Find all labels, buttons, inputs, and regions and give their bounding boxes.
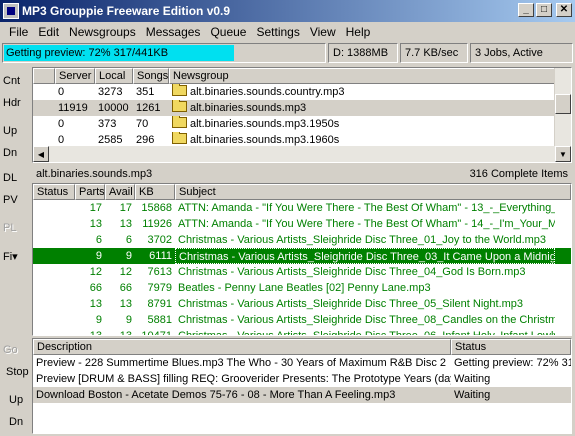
filter-button[interactable]: Fi▾	[3, 250, 29, 263]
menu-edit[interactable]: Edit	[33, 25, 64, 39]
disk-space: D: 1388MB	[328, 43, 398, 63]
item-row[interactable]: 13 13 11926 ATTN: Amanda - "If You Were …	[33, 216, 571, 232]
stop-button[interactable]: Stop	[6, 366, 32, 378]
item-row[interactable]: 12 12 7613 Christmas - Various Artists_S…	[33, 264, 571, 280]
items-header: Status Parts Avail KB Subject	[33, 184, 571, 200]
item-row[interactable]: 9 9 5881 Christmas - Various Artists_Sle…	[33, 312, 571, 328]
newsgroup-row[interactable]: 0 373 70 alt.binaries.sounds.mp3.1950s	[33, 116, 571, 132]
preview-button[interactable]: PV	[3, 194, 29, 206]
menu-newsgroups[interactable]: Newsgroups	[64, 25, 141, 39]
title-bar: MP3 Grouppie Freeware Edition v0.9 _ □ ✕	[0, 0, 575, 22]
col-avail[interactable]: Avail	[105, 184, 135, 200]
col-songs[interactable]: Songs	[133, 68, 169, 84]
menu-queue[interactable]: Queue	[205, 25, 251, 39]
newsgroup-hscrollbar[interactable]: ◀ ▼	[33, 146, 571, 162]
current-group: alt.binaries.sounds.mp3	[36, 168, 153, 180]
item-row[interactable]: 13 13 8791 Christmas - Various Artists_S…	[33, 296, 571, 312]
progress-text: Getting preview: 72% 317/441KB	[6, 47, 169, 59]
play-button[interactable]: PL	[3, 222, 29, 234]
scroll-left-icon[interactable]: ◀	[33, 146, 49, 162]
go-button[interactable]: Go	[3, 344, 29, 356]
complete-count: 316 Complete Items	[469, 168, 568, 180]
queue-row[interactable]: Preview - 228 Summertime Blues.mp3 The W…	[33, 355, 571, 371]
item-row[interactable]: 17 17 15868 ATTN: Amanda - "If You Were …	[33, 200, 571, 216]
menu-messages[interactable]: Messages	[141, 25, 206, 39]
item-row[interactable]: 66 66 7979 Beatles - Penny Lane Beatles …	[33, 280, 571, 296]
col-newsgroup[interactable]: Newsgroup	[169, 68, 555, 84]
down-button[interactable]: Dn	[3, 147, 29, 159]
queue-row-selected[interactable]: Download Boston - Acetate Demos 75-76 - …	[33, 387, 571, 403]
queue-header: Description Status	[33, 339, 571, 355]
menu-settings[interactable]: Settings	[251, 25, 304, 39]
close-button[interactable]: ✕	[556, 3, 572, 17]
newsgroup-header: Server Local Songs Newsgroup	[33, 68, 571, 84]
newsgroup-grid: Server Local Songs Newsgroup 0 3273 351 …	[32, 67, 572, 163]
scroll-thumb[interactable]	[555, 94, 571, 114]
folder-icon	[172, 132, 187, 144]
newsgroup-row[interactable]: 0 3273 351 alt.binaries.sounds.country.m…	[33, 84, 571, 100]
folder-icon	[172, 84, 187, 96]
col-parts[interactable]: Parts	[75, 184, 105, 200]
items-section-bar: alt.binaries.sounds.mp3 316 Complete Ite…	[32, 166, 572, 182]
col-server[interactable]: Server	[55, 68, 95, 84]
app-icon	[3, 3, 19, 19]
up-button[interactable]: Up	[3, 125, 29, 137]
col-status[interactable]: Status	[33, 184, 75, 200]
menu-file[interactable]: File	[4, 25, 33, 39]
menu-bar: File Edit Newsgroups Messages Queue Sett…	[0, 22, 575, 41]
item-row-selected[interactable]: 9 9 6111 Christmas - Various Artists_Sle…	[33, 248, 571, 264]
minimize-button[interactable]: _	[518, 3, 534, 17]
folder-icon	[172, 100, 187, 112]
window-title: MP3 Grouppie Freeware Edition v0.9	[22, 4, 231, 18]
download-button[interactable]: DL	[3, 172, 29, 184]
status-bar: Getting preview: 72% 317/441KB D: 1388MB…	[0, 43, 575, 63]
queue-row[interactable]: Preview [DRUM & BASS] filling REQ: Groov…	[33, 371, 571, 387]
progress-panel: Getting preview: 72% 317/441KB	[2, 43, 326, 63]
newsgroup-row-selected[interactable]: 11919 10000 1261 alt.binaries.sounds.mp3	[33, 100, 571, 116]
col-queue-status[interactable]: Status	[451, 339, 571, 355]
speed: 7.7 KB/sec	[400, 43, 468, 63]
count-button[interactable]: Cnt	[3, 75, 29, 87]
menu-help[interactable]: Help	[341, 25, 376, 39]
queue-grid: Description Status Preview - 228 Summert…	[32, 338, 572, 434]
col-kb[interactable]: KB	[135, 184, 175, 200]
col-local[interactable]: Local	[95, 68, 133, 84]
folder-icon	[172, 116, 187, 128]
item-row[interactable]: 13 13 10471 Christmas - Various Artists_…	[33, 328, 571, 335]
menu-view[interactable]: View	[305, 25, 341, 39]
col-description[interactable]: Description	[33, 339, 451, 355]
headers-button[interactable]: Hdr	[3, 97, 29, 109]
maximize-button[interactable]: □	[536, 3, 552, 17]
jobs-status: 3 Jobs, Active	[470, 43, 573, 63]
scroll-down-icon[interactable]: ▼	[555, 146, 571, 162]
col-subject[interactable]: Subject	[175, 184, 571, 200]
items-grid: Status Parts Avail KB Subject 17 17 1586…	[32, 183, 572, 336]
item-row[interactable]: 6 6 3702 Christmas - Various Artists_Sle…	[33, 232, 571, 248]
newsgroup-vscrollbar[interactable]	[554, 68, 571, 146]
